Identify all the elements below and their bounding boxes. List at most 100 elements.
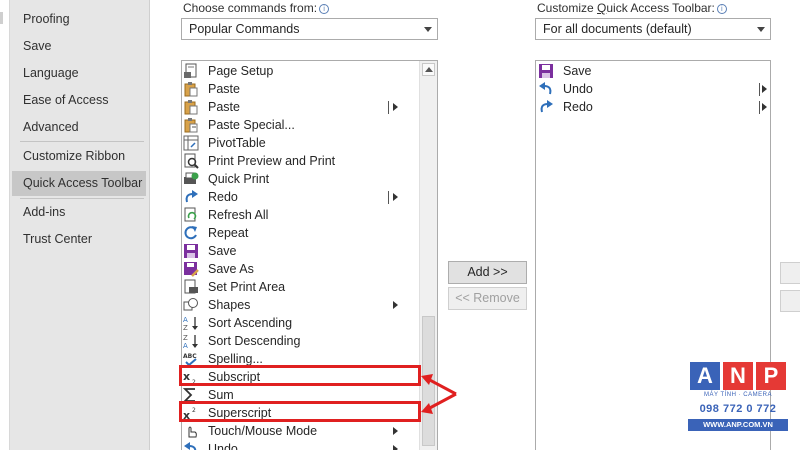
command-item-save-as[interactable]: Save As (182, 260, 419, 278)
options-sidebar: Proofing Save Language Ease of Access Ad… (0, 0, 150, 450)
chevron-right-icon (393, 193, 398, 201)
undo-icon (538, 81, 554, 97)
command-item-label: Paste (208, 82, 240, 96)
move-down-button[interactable] (780, 290, 800, 312)
redo-icon (183, 189, 199, 205)
print-preview-icon (183, 153, 199, 169)
command-item-paste[interactable]: Paste (182, 98, 419, 116)
toolbar-item-undo[interactable]: Undo (536, 80, 772, 98)
undo-icon (183, 441, 199, 450)
choose-commands-value: Popular Commands (189, 22, 300, 36)
split-separator (759, 83, 760, 96)
paste-special-icon (183, 117, 199, 133)
choose-commands-dropdown[interactable]: Popular Commands (181, 18, 438, 40)
chevron-right-icon (393, 103, 398, 111)
customize-qat-dropdown[interactable]: For all documents (default) (535, 18, 771, 40)
svg-text:Z: Z (183, 324, 188, 331)
logo-website: WWW.ANP.COM.VN (688, 419, 788, 431)
command-item-pivottable[interactable]: PivotTable (182, 134, 419, 152)
anp-logo: A N P MÁY TÍNH · CAMERA 098 772 0 772 WW… (688, 362, 788, 442)
command-item-label: Undo (208, 442, 238, 450)
command-item-sort-descending[interactable]: Z A Sort Descending (182, 332, 419, 350)
split-separator (388, 191, 389, 204)
chevron-right-icon (393, 427, 398, 435)
chevron-down-icon[interactable] (752, 19, 770, 39)
move-up-button[interactable] (780, 262, 800, 284)
command-item-touch-mouse-mode[interactable]: Touch/Mouse Mode (182, 422, 419, 440)
shapes-icon (183, 297, 199, 313)
command-item-undo[interactable]: Undo (182, 440, 419, 450)
split-separator (759, 101, 760, 114)
command-item-quick-print[interactable]: Quick Print (182, 170, 419, 188)
paste-icon (183, 81, 199, 97)
command-item-label: Save As (208, 262, 254, 276)
command-item-label: Sort Descending (208, 334, 301, 348)
save-icon (183, 243, 199, 259)
choose-commands-label-text: Choose commands from: (183, 1, 318, 15)
command-item-label: Page Setup (208, 64, 274, 78)
page-setup-icon (183, 63, 199, 79)
command-item-label: Paste (208, 100, 240, 114)
customize-qat-label-post: uick Access Toolbar: (606, 1, 715, 15)
add-button[interactable]: Add >> (448, 261, 527, 284)
sidebar-item-customize-ribbon[interactable]: Customize Ribbon (12, 144, 146, 169)
command-item-paste-special[interactable]: Paste Special... (182, 116, 419, 134)
sort-ascending-icon: AZ (183, 315, 199, 331)
set-print-area-icon (183, 279, 199, 295)
chevron-down-icon[interactable] (419, 19, 437, 39)
command-item-save[interactable]: Save (182, 242, 419, 260)
remove-button[interactable]: << Remove (448, 287, 527, 310)
save-as-icon (183, 261, 199, 277)
sidebar-item-add-ins[interactable]: Add-ins (12, 200, 146, 225)
command-item-redo[interactable]: Redo (182, 188, 419, 206)
sidebar-item-advanced[interactable]: Advanced (12, 115, 146, 140)
chevron-right-icon (393, 445, 398, 450)
toolbar-item-label: Save (563, 64, 592, 78)
chevron-right-icon (393, 301, 398, 309)
svg-text:A: A (183, 316, 188, 324)
sidebar-item-quick-access-toolbar[interactable]: Quick Access Toolbar (12, 171, 146, 196)
refresh-all-icon (183, 207, 199, 223)
sidebar-item-ease-of-access[interactable]: Ease of Access (12, 88, 146, 113)
sidebar-divider (20, 198, 144, 199)
highlight-arrows-icon (421, 374, 457, 414)
toolbar-item-save[interactable]: Save (536, 62, 772, 80)
sidebar-divider (20, 141, 144, 142)
svg-text:Z: Z (183, 334, 188, 342)
command-item-set-print-area[interactable]: Set Print Area (182, 278, 419, 296)
sidebar-item-proofing[interactable]: Proofing (12, 7, 146, 32)
command-item-sort-ascending[interactable]: A Z Sort Ascending (182, 314, 419, 332)
command-item-refresh-all[interactable]: Refresh All (182, 206, 419, 224)
logo-letter-a: A (690, 362, 720, 390)
customize-qat-label-accel: Q (597, 1, 607, 15)
command-item-label: Touch/Mouse Mode (208, 424, 318, 438)
command-item-label: Refresh All (208, 208, 269, 222)
sidebar-item-language[interactable]: Language (12, 61, 146, 86)
command-item-label: PivotTable (208, 136, 266, 150)
sidebar-item-save[interactable]: Save (12, 34, 146, 59)
toolbar-item-label: Undo (563, 82, 593, 96)
sidebar-edge (0, 0, 10, 450)
logo-phone: 098 772 0 772 (699, 403, 777, 415)
logo-tagline: MÁY TÍNH · CAMERA (704, 392, 772, 398)
toolbar-item-redo[interactable]: Redo (536, 98, 772, 116)
command-item-page-setup[interactable]: Page Setup (182, 62, 419, 80)
commands-list[interactable]: Page Setup Paste Paste Paste Special... Pivo… (181, 60, 438, 450)
save-icon (538, 63, 554, 79)
split-separator (388, 101, 389, 114)
logo-letter-n: N (723, 362, 753, 390)
command-item-label: Save (208, 244, 237, 258)
scroll-up-icon[interactable] (422, 63, 435, 76)
command-item-label: Repeat (208, 226, 249, 240)
sidebar-item-trust-center[interactable]: Trust Center (12, 227, 146, 252)
customize-qat-value: For all documents (default) (543, 22, 692, 36)
command-item-label: Sort Ascending (208, 316, 293, 330)
paste-icon (183, 99, 199, 115)
command-item-shapes[interactable]: Shapes (182, 296, 419, 314)
command-item-label: Print Preview and Print (208, 154, 336, 168)
command-item-print-preview-and-print[interactable]: Print Preview and Print (182, 152, 419, 170)
highlight-subscript (179, 365, 421, 386)
command-item-repeat[interactable]: Repeat (182, 224, 419, 242)
quick-print-icon (183, 171, 199, 187)
command-item-paste[interactable]: Paste (182, 80, 419, 98)
